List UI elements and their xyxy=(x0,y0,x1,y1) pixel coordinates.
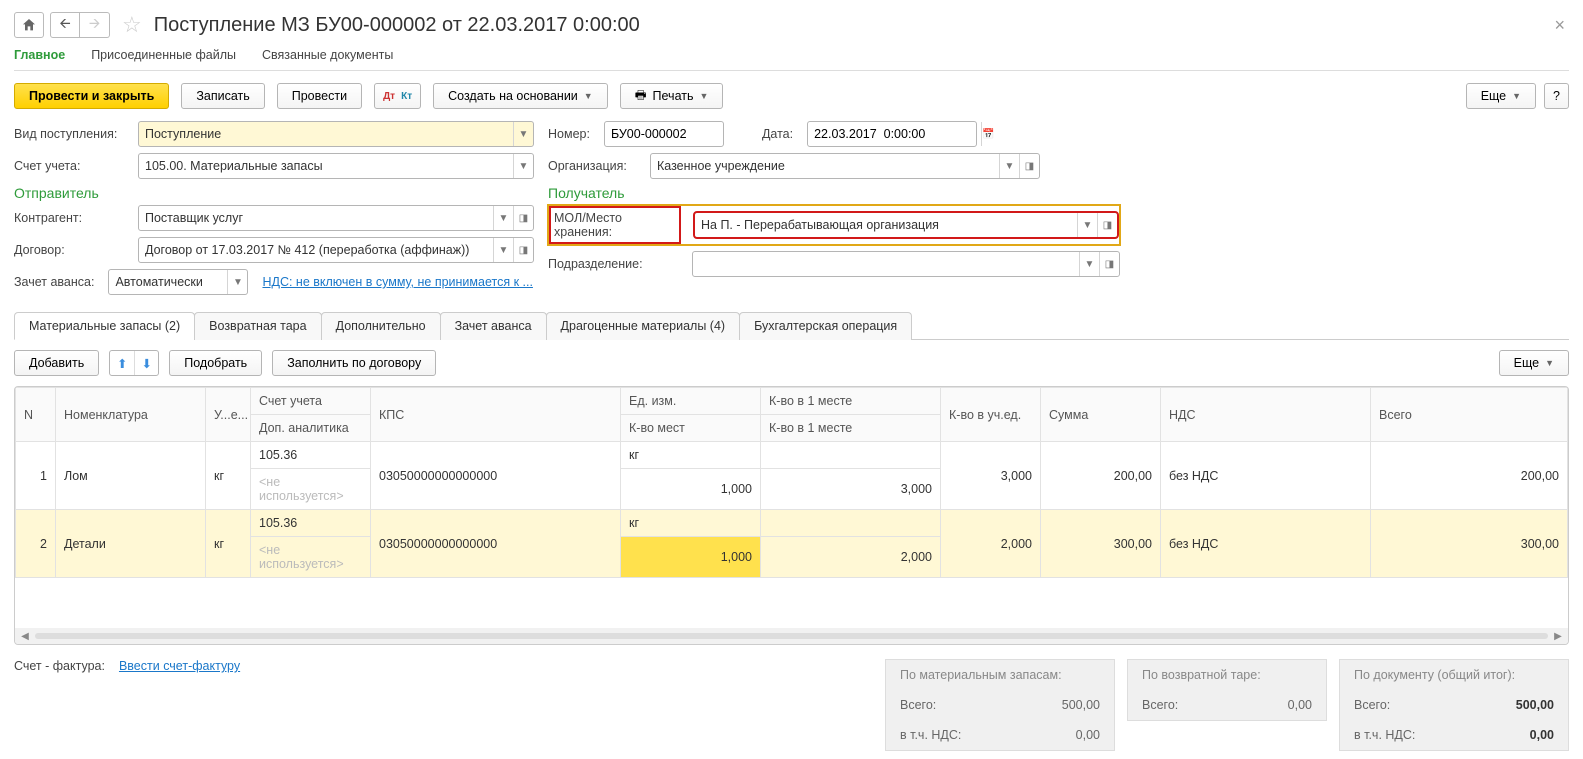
main-toolbar: Провести и закрыть Записать Провести ДтК… xyxy=(14,71,1569,121)
grid-more-button[interactable]: Еще▼ xyxy=(1499,350,1569,376)
more-button[interactable]: Еще▼ xyxy=(1466,83,1536,109)
open-icon[interactable]: ◨ xyxy=(1019,154,1039,178)
chevron-down-icon[interactable]: ▼ xyxy=(227,270,247,294)
help-button[interactable]: ? xyxy=(1544,83,1569,109)
tab-tara[interactable]: Возвратная тара xyxy=(194,312,321,340)
type-combo[interactable]: Поступление ▼ xyxy=(138,121,534,147)
totals-mz: По материальным запасам: Всего:500,00 в … xyxy=(885,659,1115,751)
chevron-down-icon: ▼ xyxy=(1512,91,1521,101)
chevron-down-icon[interactable]: ▼ xyxy=(1077,213,1097,237)
print-button[interactable]: 🖶 Печать▼ xyxy=(620,83,724,109)
tab-main[interactable]: Главное xyxy=(14,48,65,62)
contractor-label: Контрагент: xyxy=(14,211,124,225)
add-button[interactable]: Добавить xyxy=(14,350,99,376)
grid-scrollbar[interactable]: ◀ ▶ xyxy=(15,628,1568,644)
org-combo[interactable]: Казенное учреждение ▼ ◨ xyxy=(650,153,1040,179)
tab-related[interactable]: Связанные документы xyxy=(262,48,393,62)
chevron-down-icon[interactable]: ▼ xyxy=(1079,252,1099,276)
create-based-on-button[interactable]: Создать на основании▼ xyxy=(433,83,608,109)
open-icon[interactable]: ◨ xyxy=(1099,252,1119,276)
titlebar: 🡨 🡪 ☆ Поступление МЗ БУ00-000002 от 22.0… xyxy=(14,8,1569,46)
advance-combo[interactable]: Автоматически ▼ xyxy=(108,269,248,295)
sender-heading: Отправитель xyxy=(14,185,534,201)
back-button[interactable]: 🡨 xyxy=(50,12,80,38)
account-combo[interactable]: 105.00. Материальные запасы ▼ xyxy=(138,153,534,179)
tab-files[interactable]: Присоединенные файлы xyxy=(91,48,236,62)
chevron-down-icon[interactable]: ▼ xyxy=(513,154,533,178)
chevron-down-icon: ▼ xyxy=(699,91,708,101)
tab-advance[interactable]: Зачет аванса xyxy=(440,312,547,340)
advance-label: Зачет аванса: xyxy=(14,275,94,289)
type-label: Вид поступления: xyxy=(14,127,124,141)
table-row[interactable]: 2Деталикг105.3603050000000000000кг2,0003… xyxy=(16,510,1568,537)
dept-combo[interactable]: ▼ ◨ xyxy=(692,251,1120,277)
chevron-down-icon[interactable]: ▼ xyxy=(999,154,1019,178)
contract-label: Договор: xyxy=(14,243,124,257)
pick-button[interactable]: Подобрать xyxy=(169,350,262,376)
fill-button[interactable]: Заполнить по договору xyxy=(272,350,436,376)
open-icon[interactable]: ◨ xyxy=(513,238,533,262)
totals-tara: По возвратной таре: Всего:0,00 xyxy=(1127,659,1327,721)
home-button[interactable] xyxy=(14,12,44,38)
contractor-combo[interactable]: Поставщик услуг ▼ ◨ xyxy=(138,205,534,231)
page-title: Поступление МЗ БУ00-000002 от 22.03.2017… xyxy=(154,14,640,37)
mol-combo[interactable]: На П. - Перерабатывающая организация ▼ ◨ xyxy=(694,212,1118,238)
chevron-down-icon: ▼ xyxy=(584,91,593,101)
open-icon[interactable]: ◨ xyxy=(513,206,533,230)
sf-link[interactable]: Ввести счет-фактуру xyxy=(119,659,240,673)
date-field[interactable]: 📅 xyxy=(807,121,977,147)
scroll-right-icon[interactable]: ▶ xyxy=(1552,631,1564,642)
grid-toolbar: Добавить ⬆ ⬇ Подобрать Заполнить по дого… xyxy=(14,340,1569,386)
dtkt-button[interactable]: ДтКт xyxy=(374,83,421,109)
receiver-heading: Получатель xyxy=(548,185,1569,201)
printer-icon: 🖶 xyxy=(635,86,647,107)
tab-extra[interactable]: Дополнительно xyxy=(321,312,441,340)
sub-tabs: Материальные запасы (2) Возвратная тара … xyxy=(14,311,1569,340)
date-label: Дата: xyxy=(762,127,793,141)
close-icon[interactable]: × xyxy=(1550,15,1569,36)
account-label: Счет учета: xyxy=(14,159,124,173)
move-down-icon[interactable]: ⬇ xyxy=(134,351,158,375)
tab-metals[interactable]: Драгоценные материалы (4) xyxy=(546,312,741,340)
favorite-star-icon[interactable]: ☆ xyxy=(122,12,142,38)
chevron-down-icon: ▼ xyxy=(1545,358,1554,368)
top-tabs: Главное Присоединенные файлы Связанные д… xyxy=(14,46,1569,71)
chevron-down-icon[interactable]: ▼ xyxy=(513,122,533,146)
chevron-down-icon[interactable]: ▼ xyxy=(493,206,513,230)
dept-label: Подразделение: xyxy=(548,257,678,271)
contract-combo[interactable]: Договор от 17.03.2017 № 412 (переработка… xyxy=(138,237,534,263)
chevron-down-icon[interactable]: ▼ xyxy=(493,238,513,262)
table-row[interactable]: 1Ломкг105.3603050000000000000кг3,000200,… xyxy=(16,442,1568,469)
scroll-left-icon[interactable]: ◀ xyxy=(19,631,31,642)
calendar-icon[interactable]: 📅 xyxy=(981,122,994,146)
number-field[interactable] xyxy=(604,121,724,147)
org-label: Организация: xyxy=(548,159,636,173)
number-label: Номер: xyxy=(548,127,590,141)
materials-grid: N Номенклатура У...е... Счет учета КПС Е… xyxy=(14,386,1569,645)
totals-doc: По документу (общий итог): Всего:500,00 … xyxy=(1339,659,1569,751)
mol-label: МОЛ/Место хранения: xyxy=(550,207,680,243)
save-button[interactable]: Записать xyxy=(181,83,264,109)
post-button[interactable]: Провести xyxy=(277,83,362,109)
open-icon[interactable]: ◨ xyxy=(1097,213,1117,237)
post-and-close-button[interactable]: Провести и закрыть xyxy=(14,83,169,109)
tab-materials[interactable]: Материальные запасы (2) xyxy=(14,312,195,340)
nds-link[interactable]: НДС: не включен в сумму, не принимается … xyxy=(262,275,532,289)
tab-accop[interactable]: Бухгалтерская операция xyxy=(739,312,912,340)
sf-label: Счет - фактура: xyxy=(14,659,105,673)
move-up-icon[interactable]: ⬆ xyxy=(110,351,134,375)
forward-button[interactable]: 🡪 xyxy=(80,12,110,38)
